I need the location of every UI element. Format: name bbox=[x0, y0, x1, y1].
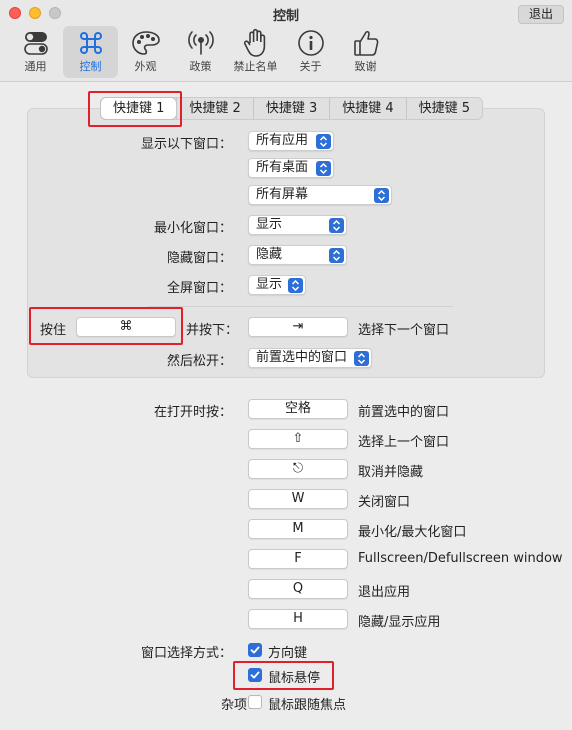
toolbar-item-policies[interactable]: 政策 bbox=[173, 26, 228, 78]
key-recorder-q[interactable]: Q bbox=[248, 579, 348, 599]
focus-follows-mouse-label[interactable]: 鼠标跟随焦点 bbox=[268, 694, 346, 713]
toolbar-label: 控制 bbox=[79, 60, 102, 73]
toolbar-item-acknowledgments[interactable]: 致谢 bbox=[338, 26, 393, 78]
toolbar-item-blacklist[interactable]: 禁止名单 bbox=[228, 26, 283, 78]
toolbar-label: 政策 bbox=[189, 60, 212, 73]
command-icon bbox=[77, 26, 105, 60]
press-key-recorder[interactable]: ⇥ bbox=[248, 317, 348, 337]
show-windows-label: 显示以下窗口： bbox=[140, 137, 232, 152]
window-title: 控制 bbox=[272, 9, 299, 24]
minimized-windows-label: 最小化窗口： bbox=[153, 221, 232, 236]
minimized-windows-popup[interactable]: 显示 bbox=[248, 215, 347, 235]
thumbs-up-icon bbox=[352, 26, 380, 60]
chevron-updown-icon bbox=[316, 161, 331, 176]
action-label: 退出应用 bbox=[358, 585, 411, 600]
chevron-updown-icon bbox=[354, 351, 369, 366]
chevron-updown-icon bbox=[329, 218, 344, 233]
toggles-icon bbox=[22, 26, 50, 60]
hidden-windows-popup[interactable]: 隐藏 bbox=[248, 245, 347, 265]
show-spaces-popup[interactable]: 所有桌面 bbox=[248, 158, 334, 178]
info-icon bbox=[297, 26, 325, 60]
popup-value: 显示 bbox=[256, 217, 283, 232]
release-action-popup[interactable]: 前置选中的窗口 bbox=[248, 348, 372, 368]
key-recorder-f[interactable]: F bbox=[248, 549, 348, 569]
toolbar-item-about[interactable]: 关于 bbox=[283, 26, 338, 78]
arrow-keys-checkbox[interactable] bbox=[248, 643, 262, 657]
popup-value: 前置选中的窗口 bbox=[256, 350, 348, 365]
palette-icon bbox=[131, 26, 161, 60]
toolbar-label: 禁止名单 bbox=[233, 60, 278, 73]
tab-shortcut-5[interactable]: 快捷键 5 bbox=[405, 98, 482, 119]
popup-value: 所有应用 bbox=[256, 133, 309, 148]
antenna-icon bbox=[185, 26, 217, 60]
action-label: Fullscreen/Defullscreen window bbox=[358, 551, 563, 566]
key-recorder-m[interactable]: M bbox=[248, 519, 348, 539]
highlight-box bbox=[233, 661, 334, 690]
section-divider bbox=[148, 306, 453, 307]
key-recorder-space[interactable]: 空格 bbox=[248, 399, 348, 419]
popup-value: 显示 bbox=[256, 277, 283, 292]
focus-follows-mouse-checkbox[interactable] bbox=[248, 695, 262, 709]
fullscreen-windows-popup[interactable]: 显示 bbox=[248, 275, 306, 295]
tab-shortcut-3[interactable]: 快捷键 3 bbox=[252, 98, 329, 119]
popup-value: 隐藏 bbox=[256, 247, 283, 262]
tab-shortcut-2[interactable]: 快捷键 2 bbox=[176, 98, 252, 119]
highlight-box bbox=[88, 91, 182, 127]
key-recorder-escape[interactable]: ⎋ bbox=[248, 459, 348, 479]
chevron-updown-icon bbox=[374, 188, 389, 203]
hidden-windows-label: 隐藏窗口： bbox=[166, 251, 232, 266]
action-label: 取消并隐藏 bbox=[358, 465, 424, 480]
chevron-updown-icon bbox=[316, 134, 331, 149]
press-action-label: 选择下一个窗口 bbox=[358, 323, 450, 338]
checkmark-icon bbox=[250, 646, 260, 654]
hand-icon bbox=[242, 26, 270, 60]
chevron-updown-icon bbox=[288, 278, 303, 293]
tab-shortcut-4[interactable]: 快捷键 4 bbox=[329, 98, 405, 119]
title-bar: 控制 退出 通用 控制 外观 政策 禁止名单 关于 致谢 bbox=[0, 0, 572, 82]
toolbar-label: 关于 bbox=[299, 60, 322, 73]
preferences-toolbar: 通用 控制 外观 政策 禁止名单 关于 致谢 bbox=[8, 26, 393, 78]
show-apps-popup[interactable]: 所有应用 bbox=[248, 131, 334, 151]
and-press-label: 并按下： bbox=[186, 323, 239, 338]
show-screens-popup[interactable]: 所有屏幕 bbox=[248, 185, 392, 205]
action-label: 最小化/最大化窗口 bbox=[358, 525, 467, 540]
toolbar-item-controls[interactable]: 控制 bbox=[63, 26, 118, 78]
action-label: 选择上一个窗口 bbox=[358, 435, 450, 450]
toolbar-label: 致谢 bbox=[354, 60, 377, 73]
toolbar-label: 通用 bbox=[24, 60, 47, 73]
key-recorder-h[interactable]: H bbox=[248, 609, 348, 629]
arrow-keys-label[interactable]: 方向键 bbox=[268, 642, 307, 661]
then-release-label: 然后松开： bbox=[166, 354, 232, 369]
toolbar-item-appearance[interactable]: 外观 bbox=[118, 26, 173, 78]
quit-button[interactable]: 退出 bbox=[517, 5, 564, 24]
action-label: 前置选中的窗口 bbox=[358, 405, 450, 420]
highlight-box bbox=[29, 307, 183, 345]
chevron-updown-icon bbox=[329, 248, 344, 263]
toolbar-item-general[interactable]: 通用 bbox=[8, 26, 63, 78]
window-selection-label: 窗口选择方式： bbox=[140, 646, 232, 661]
toolbar-label: 外观 bbox=[134, 60, 157, 73]
key-recorder-shift[interactable]: ⇧ bbox=[248, 429, 348, 449]
key-recorder-w[interactable]: W bbox=[248, 489, 348, 509]
popup-value: 所有屏幕 bbox=[256, 187, 309, 202]
while-open-label: 在打开时按： bbox=[153, 405, 232, 420]
action-label: 隐藏/显示应用 bbox=[358, 615, 441, 630]
popup-value: 所有桌面 bbox=[256, 160, 309, 175]
action-label: 关闭窗口 bbox=[358, 495, 411, 510]
fullscreen-windows-label: 全屏窗口： bbox=[166, 281, 232, 296]
